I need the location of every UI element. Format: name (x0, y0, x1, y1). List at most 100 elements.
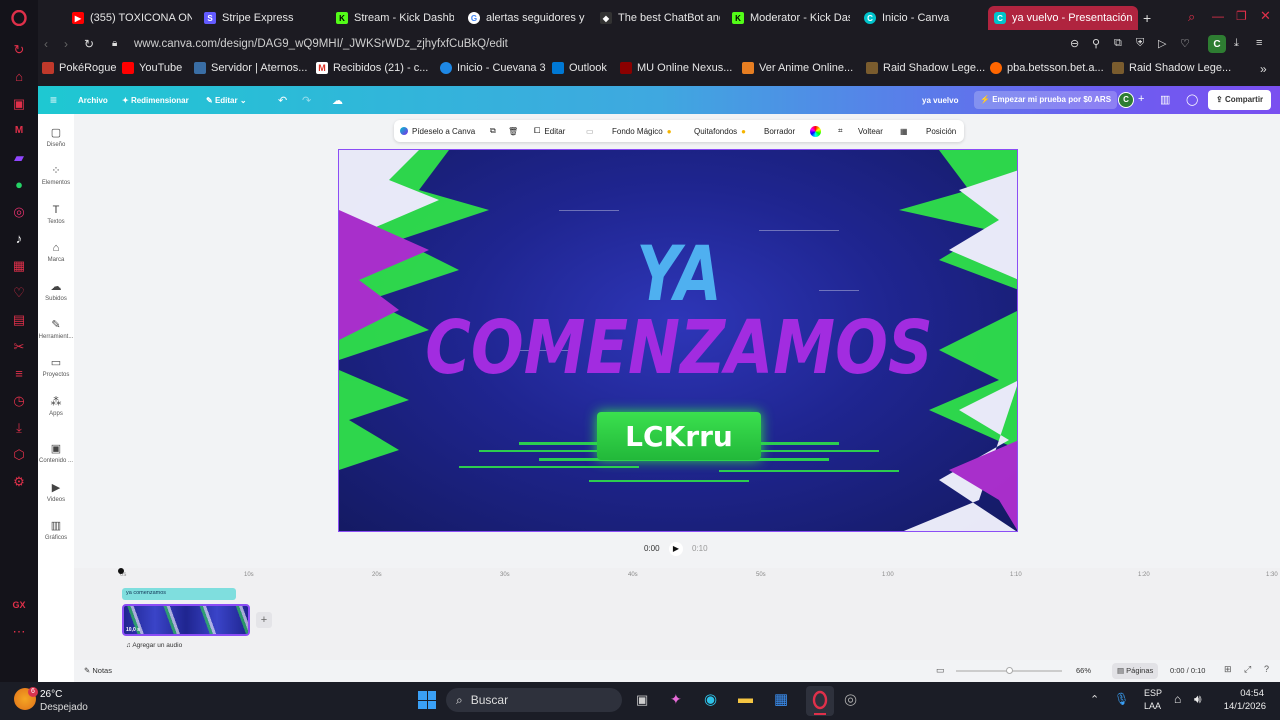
slide-badge[interactable]: LCKrru (597, 412, 761, 460)
pideselo-button[interactable]: Pídeselo a Canva (400, 120, 475, 142)
rail-graficos[interactable]: ▥ Gráficos (38, 521, 74, 542)
crypto-wallet-icon[interactable]: ▣ (0, 90, 38, 117)
tab-stripe[interactable]: S Stripe Express (198, 6, 324, 30)
adblock-icon[interactable]: ⛨ (1136, 37, 1144, 50)
editar-button[interactable]: ⧠ Editar (534, 120, 565, 142)
tab-youtube[interactable]: ▶ (355) TOXICONA ON… (66, 6, 192, 30)
slide-title-line2[interactable]: COMENZAMOS (393, 308, 964, 388)
tab-ya-vuelvo[interactable]: Cya vuelvo - Presentación (988, 6, 1138, 30)
downloads-icon[interactable]: ⤓ (0, 414, 38, 441)
more-icon[interactable]: ⋯ (0, 618, 38, 645)
rail-diseno[interactable]: ▢ Diseño (38, 128, 74, 149)
crop-icon[interactable]: ▭ (586, 120, 594, 142)
add-collaborator-icon[interactable]: + (1138, 93, 1144, 105)
fullscreen-icon[interactable]: ⤢ (1244, 664, 1251, 675)
borrador-button[interactable]: Borrador (764, 120, 795, 142)
bookmark-item[interactable]: PokéRogue (42, 62, 117, 74)
grid-view-icon[interactable]: ⊞ (1224, 664, 1232, 675)
tab-kick-moderator[interactable]: K Moderator - Kick Das… (726, 6, 850, 30)
file-explorer-icon[interactable]: ▬ (738, 690, 753, 707)
forward-icon[interactable]: › (64, 37, 68, 51)
redimensionar-button[interactable]: ✦ Redimensionar (122, 96, 189, 105)
color-wheel-icon[interactable] (810, 120, 821, 142)
pages-button[interactable]: ▤ Páginas (1112, 663, 1159, 679)
bookmark-item[interactable]: Outlook (552, 62, 607, 74)
close-window-icon[interactable]: ✕ (1260, 8, 1271, 24)
comments-icon[interactable]: ◯ (1186, 93, 1198, 106)
bookmark-item[interactable]: MU Online Nexus... (620, 62, 732, 74)
add-page-button[interactable]: + (256, 612, 272, 628)
opera-gx-taskbar-button[interactable] (806, 686, 834, 716)
tab-alertas[interactable]: Galertas seguidores y… (462, 6, 586, 30)
rail-contenido[interactable]: ▣ Contenido ... (38, 444, 74, 465)
slide-title-line1[interactable]: YA (407, 234, 951, 314)
bookmark-item[interactable]: M Recibidos (21) - c... (316, 62, 428, 74)
fondo-magico-button[interactable]: Fondo Mágico ● (612, 120, 672, 142)
cloud-save-icon[interactable]: ☁ (332, 94, 343, 107)
text-track-clip[interactable]: ya comenzamos (122, 588, 236, 600)
copilot-icon[interactable]: ✦ (670, 691, 682, 708)
bookmark-item[interactable]: Servidor | Aternos... (194, 62, 307, 74)
send-icon[interactable]: ▷ (1158, 37, 1166, 50)
snapshot-icon[interactable]: ✂ (0, 333, 38, 360)
zoom-icon[interactable]: ⊖ (1070, 37, 1079, 50)
search-tabs-icon[interactable]: ⌕ (1188, 9, 1195, 25)
instagram-icon[interactable]: ◎ (0, 198, 38, 225)
back-icon[interactable]: ‹ (44, 37, 48, 51)
reload-icon[interactable]: ↻ (84, 37, 94, 51)
rail-subidos[interactable]: ☁ Subidos (38, 282, 74, 303)
playhead[interactable] (118, 568, 124, 574)
clock-date[interactable]: 14/1/2026 (1214, 701, 1266, 712)
play-icon[interactable]: ▶ (669, 542, 683, 556)
hamburger-icon[interactable]: ≡ (50, 93, 57, 107)
maximize-icon[interactable]: ❐ (1236, 9, 1247, 23)
settings-icon[interactable]: ⚙ (0, 468, 38, 495)
whatsapp-icon[interactable]: ● (0, 171, 38, 198)
rail-marca[interactable]: ⌂ Marca (38, 243, 74, 264)
gx-icon[interactable]: GX (0, 591, 38, 618)
trash-icon[interactable]: 🗑︎ (508, 120, 518, 142)
minimize-icon[interactable]: — (1212, 9, 1224, 23)
twitch-icon[interactable]: ▰ (0, 144, 38, 171)
help-icon[interactable]: ? (1264, 664, 1269, 674)
heart-icon[interactable]: ♡ (1180, 37, 1190, 50)
snapshot-icon[interactable]: ⧉ (1114, 37, 1122, 50)
gmail-icon[interactable]: M (0, 117, 38, 144)
menu-icon[interactable]: ≡ (1256, 37, 1262, 49)
archivo-menu[interactable]: Archivo (78, 96, 108, 105)
edge-icon[interactable]: ◉ (704, 690, 717, 708)
rail-textos[interactable]: T Textos (38, 205, 74, 226)
download-icon[interactable]: ⤓ (1234, 37, 1239, 50)
history-icon[interactable]: ↻ (0, 36, 38, 63)
zoom-level[interactable]: 66% (1076, 666, 1091, 675)
bookmark-item[interactable]: Raid Shadow Lege... (866, 62, 985, 74)
windows-start-icon[interactable] (418, 691, 436, 709)
profile-avatar[interactable]: C (1208, 35, 1226, 53)
user-avatar[interactable]: C (1118, 92, 1134, 108)
editar-menu[interactable]: ✎ Editar ⌄ (206, 96, 247, 105)
microphone-icon[interactable]: 🎙︎ (1114, 692, 1129, 706)
voltear-button[interactable]: Voltear (858, 120, 883, 142)
transparency-icon[interactable]: ▦ (900, 120, 908, 142)
tab-kick-stream[interactable]: K Stream - Kick Dashbo (330, 6, 454, 30)
extensions-icon[interactable]: ⬡ (0, 441, 38, 468)
language-code[interactable]: ESP (1144, 688, 1162, 698)
network-icon[interactable]: ⌂ (1174, 692, 1181, 706)
tabs-icon[interactable]: ≡ (0, 360, 38, 387)
rail-apps[interactable]: ⁂ Apps (38, 397, 74, 418)
bookmark-item[interactable]: Ver Anime Online... (742, 62, 853, 74)
bookmark-item[interactable]: Raid Shadow Lege... (1112, 62, 1231, 74)
quitafondos-button[interactable]: Quitafondos ● (694, 120, 746, 142)
tab-chatbot[interactable]: ◆ The best ChatBot and… (594, 6, 720, 30)
store-icon[interactable]: ▦ (774, 690, 788, 708)
crop-tool-icon[interactable]: ⌗ (838, 120, 843, 142)
new-tab-icon[interactable]: + (1143, 10, 1151, 26)
video-track-clip[interactable]: 10,0 s (122, 604, 250, 636)
clock-time[interactable]: 04:54 (1224, 688, 1264, 699)
bookmark-item[interactable]: pba.betsson.bet.a... (990, 62, 1104, 74)
pinboard-icon[interactable]: ▤ (0, 306, 38, 333)
pin-icon[interactable]: ⚲ (1092, 37, 1100, 50)
slide-canvas[interactable]: YA COMENZAMOS LCKrru (338, 149, 1018, 532)
taskbar-search[interactable]: ⌕ Buscar (446, 688, 622, 712)
rail-proyectos[interactable]: ▭ Proyectos (38, 358, 74, 379)
